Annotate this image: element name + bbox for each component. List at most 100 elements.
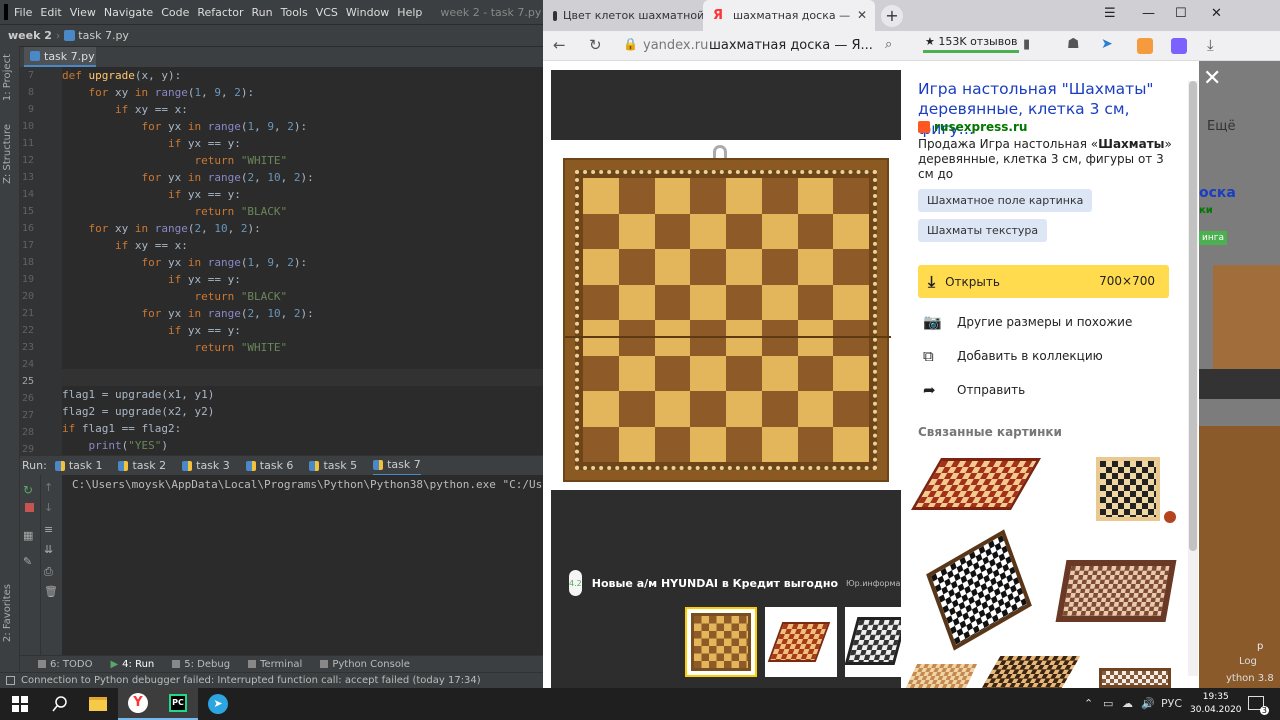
back-icon[interactable]: ← [553,36,566,54]
run-tab-task1[interactable]: task 1 [54,456,102,476]
file-explorer-button[interactable] [78,688,118,720]
menu-help[interactable]: Help [397,6,422,19]
tag-chessboard-picture[interactable]: Шахматное поле картинка [918,189,1093,212]
run-tab-task7[interactable]: task 7 [373,456,421,476]
related-image[interactable] [1094,455,1176,525]
menu-window[interactable]: Window [346,6,389,19]
close-window-icon[interactable]: ✕ [1211,6,1222,21]
odnoklassniki-icon[interactable] [1137,38,1153,54]
todo-tab[interactable]: 6: TODO [38,659,92,670]
protect-icon[interactable]: ☗ [1067,36,1080,52]
telegram-icon[interactable]: ➤ [1101,36,1113,52]
down-icon[interactable]: ↓ [44,501,58,514]
search-button[interactable] [40,688,80,720]
debug-tab[interactable]: 5: Debug [172,659,230,670]
menu-refactor[interactable]: Refactor [197,6,243,19]
search-icon[interactable]: ⌕ [885,37,892,52]
network-icon[interactable]: ▭ [1103,697,1113,710]
menu-vcs[interactable]: VCS [316,6,338,19]
terminal-tab[interactable]: Terminal [248,659,302,670]
thumbnail[interactable] [765,607,837,677]
browser-tab-2[interactable]: Я шахматная доска — Ян ✕ [703,0,875,31]
chessboard-square [726,249,762,285]
favorites-tool-button[interactable]: 2: Favorites [2,584,13,642]
other-sizes-button[interactable]: 📷 Другие размеры и похожие [923,313,1132,331]
menu-icon[interactable]: ☰ [1104,6,1116,21]
status-toggle-icon[interactable] [6,676,15,685]
close-tab-icon[interactable]: ✕ [857,8,867,22]
breadcrumb-file[interactable]: task 7.py [78,29,129,42]
up-icon[interactable]: ↑ [44,481,58,494]
related-image[interactable] [904,660,978,688]
related-image[interactable] [910,450,1042,520]
start-button[interactable] [0,688,40,720]
clock[interactable]: 19:35 30.04.2020 [1190,691,1242,717]
run-tab-task6[interactable]: task 6 [245,456,293,476]
new-tab-button[interactable]: + [881,4,903,27]
telegram-button[interactable]: ➤ [198,688,238,720]
reviews-badge[interactable]: ★ 153K отзывов [923,35,1020,53]
menu-view[interactable]: View [70,6,96,19]
code-editor[interactable]: def upgrade(x, y): for xy in range(1, 9,… [62,67,543,455]
menu-edit[interactable]: Edit [40,6,61,19]
notifications-icon[interactable]: 3 [1248,696,1269,715]
related-image[interactable] [1046,555,1181,630]
run-tab-task2[interactable]: task 2 [118,456,166,476]
python-console-tab[interactable]: Python Console [320,659,410,670]
main-image[interactable] [551,140,901,490]
open-button[interactable]: ⤓ Открыть 700×700 [918,265,1169,298]
close-viewer-icon[interactable]: ✕ [1203,66,1221,91]
project-tool-button[interactable]: 1: Project [2,54,13,101]
extension-icon[interactable] [1171,38,1187,54]
menu-navigate[interactable]: Navigate [104,6,153,19]
menu-tools[interactable]: Tools [281,6,308,19]
add-to-collection-button[interactable]: ⧉ Добавить в коллекцию [923,347,1103,365]
run-tab[interactable]: ▶ 4: Run [110,659,154,670]
volume-icon[interactable]: 🔊 [1141,697,1155,710]
trash-icon[interactable]: 🗑 [44,585,58,598]
chessboard-square [690,426,726,462]
breadcrumb-project[interactable]: week 2 [8,29,52,42]
network-icon[interactable]: ☁ [1122,697,1133,710]
minimize-icon[interactable]: — [1142,6,1155,21]
language-indicator[interactable]: РУС [1161,697,1182,710]
soft-wrap-icon[interactable]: ≡ [44,523,58,536]
pin-icon[interactable]: ✎ [23,555,37,568]
details-scrollbar[interactable] [1188,81,1198,676]
run-tab-task5[interactable]: task 5 [309,456,357,476]
address-host[interactable]: yandex.ru [643,38,708,53]
chessboard-square [797,426,834,462]
rerun-icon[interactable]: ↻ [23,483,37,497]
bookmark-icon[interactable]: ▮ [1023,37,1030,52]
pycharm-taskbar-button[interactable]: PC [158,688,198,720]
reload-icon[interactable]: ↻ [589,36,602,54]
thumbnail[interactable] [845,607,901,677]
editor-tab-task7[interactable]: task 7.py [24,47,96,67]
source-link[interactable]: rusexpress.ru [918,120,1027,134]
share-button[interactable]: ➦ Отправить [923,381,1025,399]
stop-icon[interactable] [25,503,34,512]
print-icon[interactable]: ⎙ [44,565,58,578]
browser-tab-1[interactable]: Цвет клеток шахматной д [543,0,703,31]
structure-tool-button[interactable]: Z: Structure [2,124,13,184]
tray-expand-icon[interactable]: ⌃ [1084,697,1093,710]
menu-file[interactable]: File [14,6,32,19]
maximize-icon[interactable]: ☐ [1175,6,1187,21]
chessboard-square [618,178,655,214]
yandex-browser-button[interactable]: Y [118,688,158,720]
thumbnail-selected[interactable] [685,607,757,677]
scroll-end-icon[interactable]: ⇊ [44,543,58,556]
run-tab-task3[interactable]: task 3 [182,456,230,476]
ad-banner[interactable]: 4.2 Новые а/м HYUNDAI в Кредит выгодно Ю… [569,568,916,598]
menu-run[interactable]: Run [252,6,273,19]
run-console[interactable]: C:\Users\moysk\AppData\Local\Programs\Py… [62,475,543,655]
related-image[interactable] [1091,662,1181,688]
related-image[interactable] [919,529,1039,651]
related-image[interactable] [981,650,1081,688]
layout-icon[interactable]: ▦ [23,529,37,542]
download-icon[interactable]: ⤓ [1207,36,1214,54]
address-title[interactable]: шахматная доска — Я... [709,38,873,53]
tag-chess-texture[interactable]: Шахматы текстура [918,219,1048,242]
menu-code[interactable]: Code [161,6,189,19]
scrollbar-thumb[interactable] [1189,81,1197,551]
